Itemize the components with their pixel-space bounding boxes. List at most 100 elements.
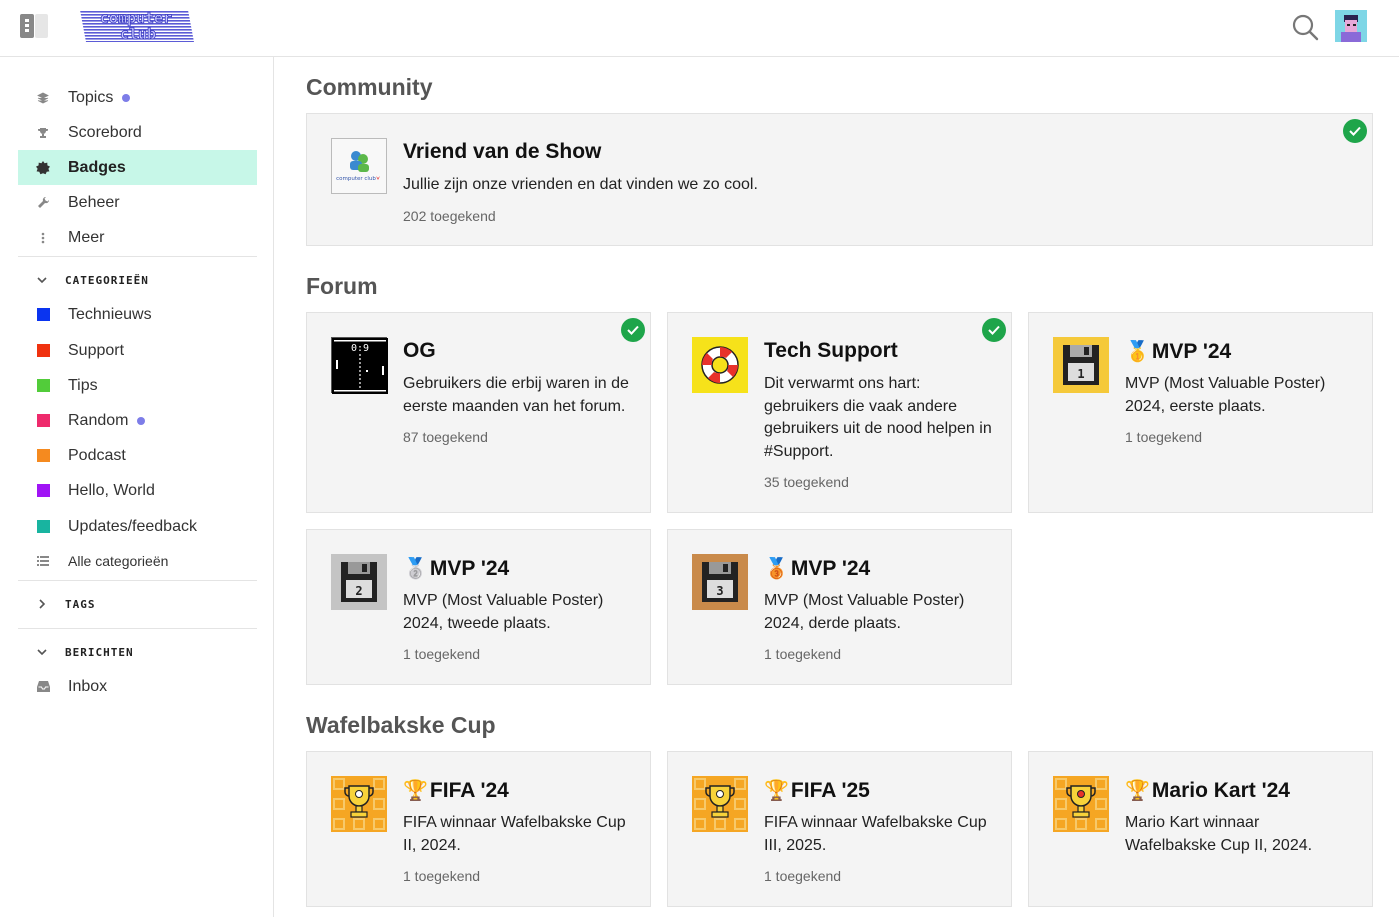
waffle-trophy-badge-image [692,776,748,832]
badge-card-mvp-24-gold[interactable]: 1 🥇MVP '24 MVP (Most Valuable Poster) 20… [1028,312,1373,513]
badge-card-fifa-24[interactable]: 🏆FIFA '24 FIFA winnaar Wafelbakske Cup I… [306,751,651,907]
category-color-square [36,449,50,462]
sidebar-item-label: Badges [68,158,126,176]
badge-title: 🥇MVP '24 [1125,339,1232,363]
site-logo[interactable]: computer club [76,8,196,44]
category-color-square [36,414,50,427]
svg-text:computer club: computer club [336,176,376,182]
badge-description-block: MVP (Most Valuable Poster) 2024, eerste … [1125,373,1350,449]
sidebar-item-label: Support [68,341,125,359]
badge-card-mvp-24-bronze[interactable]: 3 🥉MVP '24 MVP (Most Valuable Poster) 20… [667,529,1012,685]
tags-section-toggle[interactable]: TAGS [18,592,257,616]
unread-dot [137,416,146,425]
badge-title: 🥉MVP '24 [764,556,871,580]
badge-title: 🏆Mario Kart '24 [1125,778,1290,802]
badge-description: Gebruikers die erbij waren in de eerste … [403,375,629,415]
badge-granted-count: 1 toegekend [403,868,481,884]
sidebar-item-technieuws[interactable]: Technieuws [18,297,257,332]
badge-card-tech-support[interactable]: Tech Support Dit verwarmt ons hart: gebr… [667,312,1012,513]
granted-check-icon [1343,119,1367,143]
sidebar-item-badges[interactable]: Badges [18,150,257,185]
sidebar-item-scorebord[interactable]: Scorebord [18,115,257,150]
badge-description-block: MVP (Most Valuable Poster) 2024, tweede … [403,590,631,666]
wrench-icon [18,196,68,209]
sidebar-item-tips[interactable]: Tips [18,368,257,403]
badge-description: MVP (Most Valuable Poster) 2024, eerste … [1125,375,1326,415]
svg-text:club: club [120,25,156,43]
badge-description-block: MVP (Most Valuable Poster) 2024, derde p… [764,590,992,666]
badge-card-og[interactable]: 0:9 OG Gebruikers die erbij waren in de … [306,312,651,513]
waffle-trophy-badge-image [331,776,387,832]
badge-description: FIFA winnaar Wafelbakske Cup II, 2024. [403,814,626,854]
badge-title: 🏆FIFA '25 [764,778,870,802]
badge-card-vriend-van-de-show[interactable]: computer club Vriend van de Show Jullie … [306,113,1373,246]
more-vertical-icon [18,232,68,244]
pong-badge-image: 0:9 [331,337,388,394]
floppy-bronze-badge-image: 3 [692,554,748,610]
messages-section-toggle[interactable]: BERICHTEN [18,640,257,664]
category-color-square [36,520,50,533]
layers-icon [18,92,68,104]
search-icon[interactable] [1290,12,1320,42]
inbox-icon [18,681,68,692]
sidebar-item-all-categories[interactable]: Alle categorieën [18,543,257,578]
badge-description-block: Jullie zijn onze vrienden en dat vinden … [403,174,1343,227]
sidebar-item-label: Random [68,411,129,429]
sidebar-item-label: Updates/feedback [68,517,197,535]
gold-medal-icon: 🥇 [1125,339,1150,363]
chevron-down-icon [18,275,65,285]
badges-main: Community computer club Vriend van de Sh… [274,57,1399,917]
trophy-icon: 🏆 [403,778,428,802]
trophy-icon [18,127,68,139]
badge-title: 🏆FIFA '24 [403,778,509,802]
sidebar-item-label: Technieuws [68,305,152,323]
chevron-down-icon [18,647,65,657]
divider [18,580,257,581]
badge-card-mario-kart-24[interactable]: 🏆Mario Kart '24 Mario Kart winnaar Wafel… [1028,751,1373,907]
category-color-square [36,379,50,392]
badge-description-block: FIFA winnaar Wafelbakske Cup II, 2024. 1… [403,812,631,888]
computer-club-badge-image: computer club [331,138,387,194]
pong-score: 0:9 [351,343,369,354]
divider [18,256,257,257]
sidebar-toggle-icon[interactable] [20,14,48,38]
badge-title: OG [403,339,436,362]
sidebar-item-random[interactable]: Random [18,403,257,438]
floppy-silver-badge-image: 2 [331,554,387,610]
sidebar-item-podcast[interactable]: Podcast [18,438,257,473]
badge-title: Tech Support [764,339,898,362]
trophy-icon: 🏆 [764,778,789,802]
badge-description: Jullie zijn onze vrienden en dat vinden … [403,176,758,193]
floppy-number: 3 [716,584,723,598]
category-color-square [36,308,50,321]
badge-granted-count: 35 toegekend [764,474,849,490]
user-avatar[interactable] [1335,10,1367,42]
sidebar-item-hello-world[interactable]: Hello, World [18,473,257,508]
group-title: Wafelbakske Cup [306,712,496,738]
badge-granted-count: 1 toegekend [1125,429,1203,445]
granted-check-icon [982,318,1006,342]
categories-section-toggle[interactable]: CATEGORIEËN [18,268,257,292]
sidebar-item-label: Beheer [68,193,120,211]
sidebar-item-meer[interactable]: Meer [18,220,257,255]
sidebar-item-beheer[interactable]: Beheer [18,185,257,220]
sidebar-item-label: Topics [68,88,114,106]
trophy-icon: 🏆 [1125,778,1150,802]
sidebar-item-inbox[interactable]: Inbox [18,669,257,704]
list-icon [18,555,68,566]
badge-card-fifa-25[interactable]: 🏆FIFA '25 FIFA winnaar Wafelbakske Cup I… [667,751,1012,907]
badge-granted-count: 202 toegekend [403,207,496,224]
sidebar-item-updates-feedback[interactable]: Updates/feedback [18,509,257,544]
floppy-number: 1 [1077,367,1084,381]
badge-granted-count: 1 toegekend [403,646,481,662]
sidebar-item-topics[interactable]: Topics [18,80,257,115]
floppy-number: 2 [355,584,362,598]
badge-description: Dit verwarmt ons hart: gebruikers die va… [764,375,992,460]
badge-granted-count: 87 toegekend [403,429,488,445]
badge-card-mvp-24-silver[interactable]: 2 🥈MVP '24 MVP (Most Valuable Poster) 20… [306,529,651,685]
sidebar-item-label: Meer [68,228,105,246]
lifebuoy-badge-image [692,337,748,393]
waffle-trophy-badge-image [1053,776,1109,832]
sidebar-item-support[interactable]: Support [18,333,257,368]
sidebar-item-label: Scorebord [68,123,142,141]
